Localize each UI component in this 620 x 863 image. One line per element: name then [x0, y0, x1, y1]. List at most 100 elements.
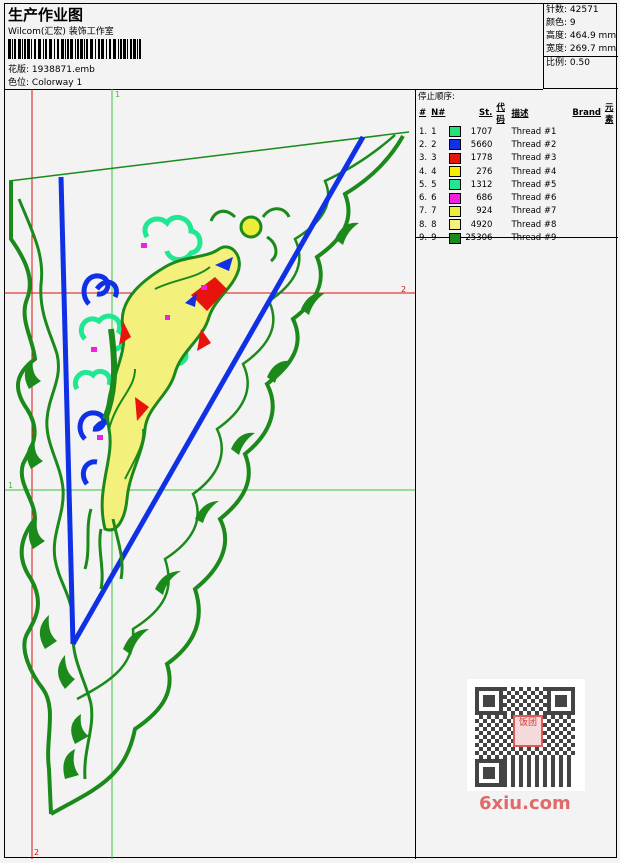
thread-row: 2. 2 5660 Thread #2: [417, 138, 618, 151]
thread-row: 8. 8 4920 Thread #8: [417, 218, 618, 231]
height-value: 464.9 mm: [569, 31, 617, 41]
stat-height: 高度: 464.9 mm: [546, 31, 617, 41]
thread-description: Thread #4: [511, 166, 557, 177]
thread-element: [603, 178, 618, 191]
thread-needle: 3: [431, 153, 437, 164]
guide-label-v2: 2: [34, 848, 39, 857]
thread-needle: 1: [431, 126, 437, 137]
col-element: 元素: [604, 103, 614, 125]
thread-description: Thread #7: [511, 206, 557, 217]
thread-table-header: # N# St. 代码 描述 Brand 元素: [417, 101, 618, 125]
qr-watermark-block: 饭团 6xiu.com: [467, 679, 585, 814]
thread-code: [494, 191, 509, 204]
thread-needle: 7: [431, 206, 437, 217]
thread-needle: 5: [431, 179, 437, 190]
thread-index: 1.: [419, 126, 428, 137]
design-canvas: 1 2 1 2: [5, 89, 416, 859]
thread-brand: [558, 231, 603, 244]
thread-stitches: 25306: [465, 233, 493, 244]
thread-stitches: 276: [476, 166, 493, 177]
colorway-label: 色位:: [8, 78, 30, 88]
col-st: St.: [479, 108, 493, 118]
width-value: 269.7 mm: [569, 44, 617, 54]
thread-stitches: 924: [476, 206, 493, 217]
thread-row: 5. 5 1312 Thread #5: [417, 178, 618, 191]
left-wavy-border: [9, 181, 53, 815]
thread-index: 7.: [419, 206, 428, 217]
col-code: 代码: [496, 103, 505, 125]
thread-code: [494, 138, 509, 151]
thread-description: Thread #6: [511, 193, 557, 204]
page-title: 生产作业图: [8, 6, 84, 24]
thread-element: [603, 205, 618, 218]
thread-row: 6. 6 686 Thread #6: [417, 191, 618, 204]
thread-code: [494, 178, 509, 191]
thread-stitches: 1707: [470, 126, 493, 137]
stat-width: 宽度: 269.7 mm: [546, 44, 617, 54]
col-brand: Brand: [572, 108, 601, 118]
stat-colors: 颜色: 9: [546, 18, 576, 28]
col-swatch: [447, 101, 463, 125]
guide-label-h1: 1: [8, 481, 13, 490]
thread-element: [603, 138, 618, 151]
thread-index: 4.: [419, 166, 428, 177]
thread-element: [603, 125, 618, 138]
thread-code: [494, 205, 509, 218]
thread-needle: 6: [431, 193, 437, 204]
thread-table: # N# St. 代码 描述 Brand 元素 1. 1 1707 Thread #1…: [417, 101, 618, 245]
worksheet-frame: 生产作业图 Wilcom(汇宏) 装饰工作室 花版: 1938871.emb 色…: [4, 3, 618, 859]
thread-description: Thread #1: [511, 126, 557, 137]
thread-row: 7. 7 924 Thread #7: [417, 205, 618, 218]
thread-row: 4. 4 276 Thread #4: [417, 165, 618, 178]
col-desc: 描述: [511, 109, 529, 119]
col-n: N#: [431, 108, 446, 118]
thread-row: 3. 3 1778 Thread #3: [417, 152, 618, 165]
thread-element: [603, 231, 618, 244]
thread-swatch: [447, 125, 463, 138]
watermark-text: 6xiu.com: [479, 793, 571, 814]
scale-value: 0.50: [569, 58, 590, 68]
thread-brand: [558, 152, 603, 165]
thread-index: 8.: [419, 219, 428, 230]
thread-description: Thread #9: [511, 233, 557, 244]
barcode-image: [8, 39, 141, 59]
thread-element: [603, 165, 618, 178]
thread-element: [603, 152, 618, 165]
thread-brand: [558, 125, 603, 138]
thread-stitches: 686: [476, 193, 493, 204]
thread-swatch: [447, 218, 463, 231]
colorway-name: Colorway 1: [31, 78, 83, 88]
guide-label-h2: 2: [401, 285, 406, 294]
dragon-motif: [83, 207, 291, 590]
thread-needle: 2: [431, 139, 437, 150]
thread-swatch: [447, 205, 463, 218]
thread-index: 6.: [419, 193, 428, 204]
thread-swatch: [447, 178, 463, 191]
thread-stitches: 4920: [470, 219, 493, 230]
thread-swatch: [447, 152, 463, 165]
embroidery-preview: 1 2 1 2: [5, 89, 415, 859]
stitches-value: 42571: [569, 5, 599, 15]
thread-swatch: [447, 191, 463, 204]
design-file-row: 花版: 1938871.emb: [8, 62, 95, 75]
thread-element: [603, 191, 618, 204]
thread-brand: [558, 191, 603, 204]
studio-subtitle: Wilcom(汇宏) 装饰工作室: [8, 27, 114, 37]
blue-left-bar: [58, 176, 76, 645]
thread-stitches: 1778: [470, 153, 493, 164]
header-panel: 生产作业图 Wilcom(汇宏) 装饰工作室 花版: 1938871.emb 色…: [5, 4, 543, 90]
thread-index: 3.: [419, 153, 428, 164]
thread-code: [494, 165, 509, 178]
thread-swatch: [447, 165, 463, 178]
thread-description: Thread #2: [511, 139, 557, 150]
thread-row: 9. 9 25306 Thread #9: [417, 231, 618, 244]
design-file-name: 1938871.emb: [31, 65, 95, 75]
stat-scale: 比例: 0.50: [544, 56, 618, 70]
thread-brand: [558, 138, 603, 151]
thread-index: 2.: [419, 139, 428, 150]
thread-sequence-panel: 停止顺序: # N# St. 代码 描述 Brand 元素 1. 1 1707 Thr…: [415, 89, 618, 244]
stat-stitches: 针数: 42571: [546, 5, 599, 15]
thread-description: Thread #3: [511, 153, 557, 164]
thread-brand: [558, 205, 603, 218]
thread-description: Thread #5: [511, 179, 557, 190]
